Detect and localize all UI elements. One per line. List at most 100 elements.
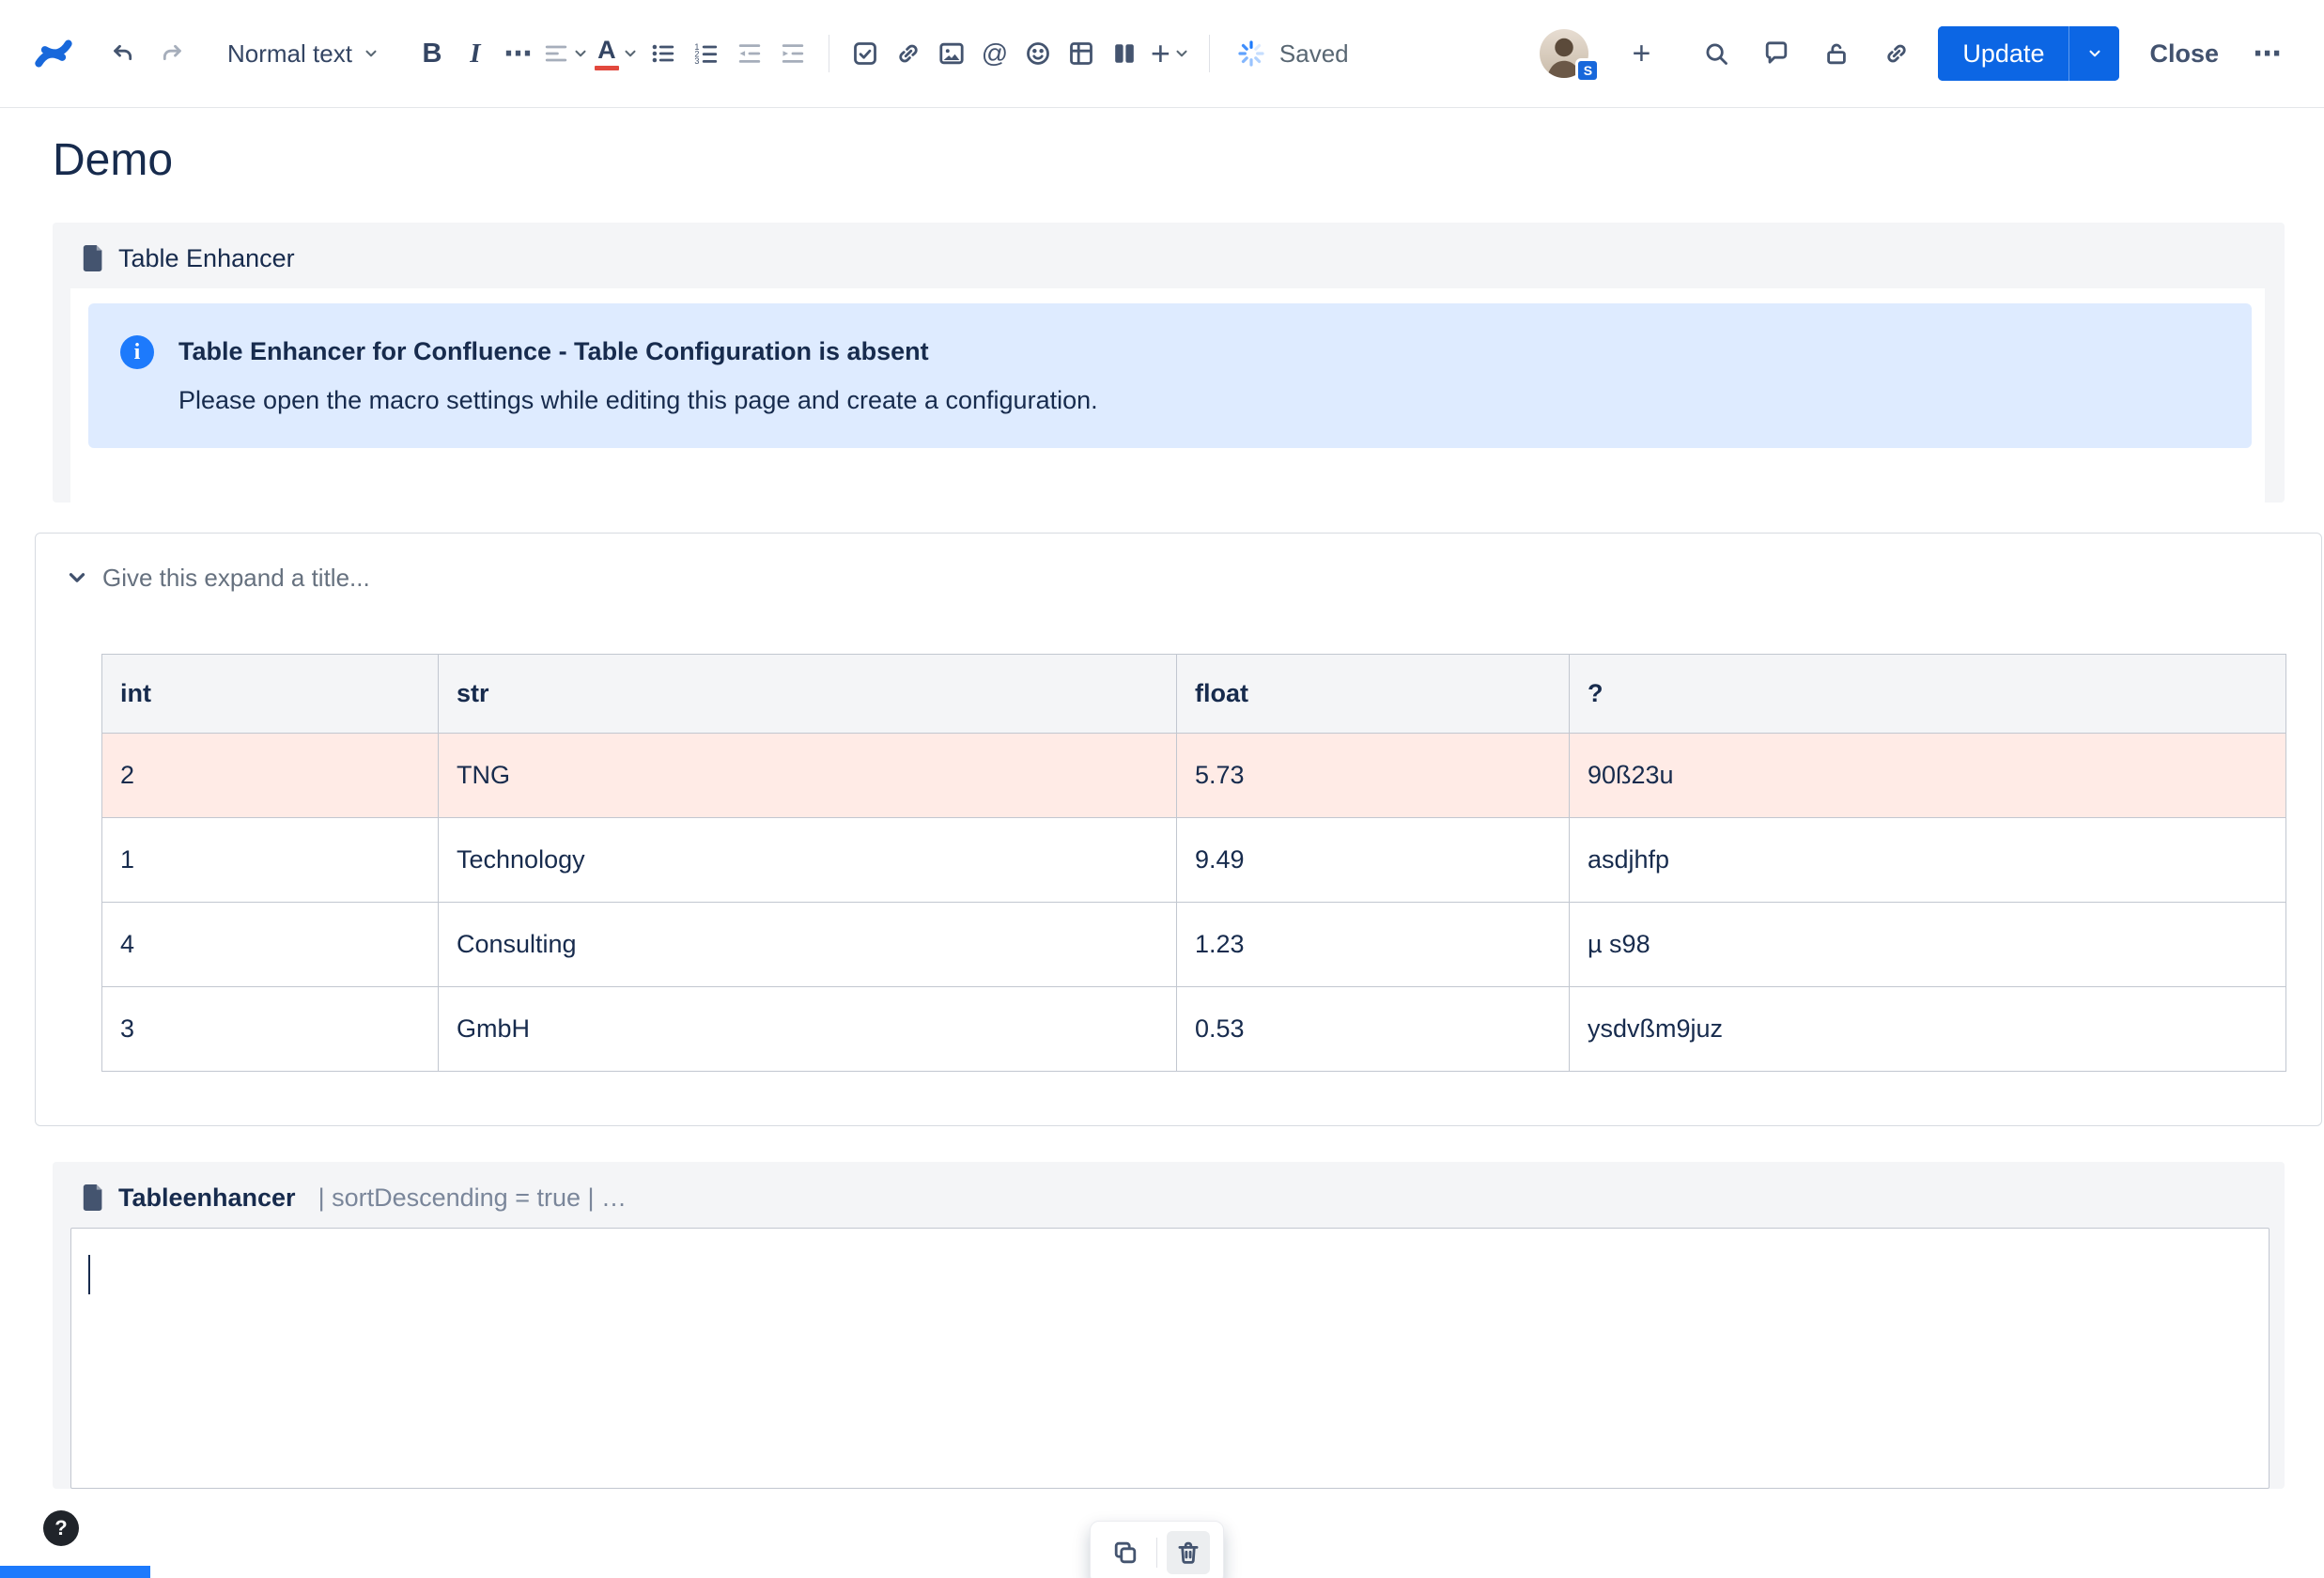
- chevron-down-icon[interactable]: [65, 565, 89, 590]
- emoji-icon: [1027, 42, 1049, 65]
- italic-button[interactable]: I: [457, 29, 494, 78]
- macro-floating-toolbar: [1090, 1521, 1224, 1578]
- tableenhancer-macro: Tableenhancer | sortDescending = true | …: [53, 1162, 2285, 1489]
- table-cell[interactable]: 1.23: [1176, 902, 1570, 987]
- editor-toolbar: Normal text B I ⋯ A 1 2 3 @ + Saved S + …: [0, 0, 2324, 108]
- table-cell[interactable]: TNG: [438, 733, 1177, 818]
- table-cell[interactable]: 0.53: [1176, 986, 1570, 1072]
- column-header-1[interactable]: str: [438, 654, 1177, 734]
- table-enhancer-macro-header[interactable]: Table Enhancer: [53, 223, 2285, 288]
- invite-collaborator-button[interactable]: +: [1622, 29, 1660, 78]
- help-button[interactable]: ?: [43, 1510, 79, 1546]
- insert-table-button[interactable]: [1062, 29, 1100, 78]
- info-panel-body: Please open the macro settings while edi…: [178, 386, 1098, 414]
- expand-title-input[interactable]: Give this expand a title...: [102, 562, 370, 594]
- restrictions-button[interactable]: [1818, 29, 1855, 78]
- chevron-down-icon: [1176, 50, 1187, 57]
- undo-button[interactable]: [101, 29, 145, 78]
- insert-image-button[interactable]: [933, 29, 970, 78]
- data-table: int str float? 2 TNG 5.73 90ß23u 1 Technology 9.…: [101, 654, 2286, 1072]
- column-header-2[interactable]: float: [1176, 654, 1570, 734]
- table-icon: [1070, 42, 1092, 65]
- table-cell[interactable]: 5.73: [1176, 733, 1570, 818]
- chevron-down-icon: [365, 50, 377, 57]
- collaborator-avatar[interactable]: S: [1540, 26, 1601, 83]
- update-dropdown-button[interactable]: [2068, 26, 2120, 81]
- insert-link-button[interactable]: [890, 29, 927, 78]
- chevron-down-icon: [575, 50, 586, 57]
- table-cell[interactable]: 2: [101, 733, 439, 818]
- text-color-icon: A: [594, 37, 619, 70]
- data-table-body: 2 TNG 5.73 90ß23u 1 Technology 9.49 asdjhfp 4 Con…: [101, 733, 2286, 1072]
- overflow-menu-button[interactable]: ⋯: [2249, 29, 2286, 78]
- confluence-logo-icon: [35, 39, 72, 68]
- table-cell[interactable]: ysdvßm9juz: [1569, 986, 2286, 1072]
- table-row: 3 GmbH 0.53 ysdvßm9juz: [101, 986, 2286, 1072]
- table-cell[interactable]: 90ß23u: [1569, 733, 2286, 818]
- info-panel: i Table Enhancer for Confluence - Table …: [88, 303, 2252, 448]
- table-cell[interactable]: 4: [101, 902, 439, 987]
- action-item-button[interactable]: [846, 29, 884, 78]
- comment-button[interactable]: [1758, 29, 1795, 78]
- outdent-icon: [738, 44, 761, 63]
- save-status: Saved: [1236, 39, 1349, 69]
- table-cell[interactable]: 1: [101, 817, 439, 903]
- expand-header[interactable]: Give this expand a title...: [36, 562, 2321, 594]
- text-style-dropdown[interactable]: Normal text: [218, 29, 389, 78]
- layouts-button[interactable]: [1106, 29, 1143, 78]
- table-cell[interactable]: µ s98: [1569, 902, 2286, 987]
- more-formatting-button[interactable]: ⋯: [500, 29, 537, 78]
- copy-link-button[interactable]: [1878, 29, 1915, 78]
- redo-button[interactable]: [150, 29, 194, 78]
- expand-section: Give this expand a title... int str float?…: [35, 533, 2322, 1126]
- unlock-icon: [1827, 43, 1847, 65]
- sync-spinner-icon: [1238, 40, 1264, 67]
- macro-document-icon: [83, 245, 102, 271]
- macro-document-icon: [83, 1184, 102, 1211]
- table-cell[interactable]: 9.49: [1176, 817, 1570, 903]
- text-style-label: Normal text: [227, 39, 352, 68]
- data-table-head-row: int str float?: [101, 654, 2286, 734]
- table-cell[interactable]: Consulting: [438, 902, 1177, 987]
- image-icon: [939, 42, 964, 65]
- toolbar-left-group: Normal text B I ⋯ A 1 2 3 @ + Saved: [32, 29, 1349, 78]
- delete-macro-button[interactable]: [1167, 1531, 1210, 1574]
- find-replace-button[interactable]: [1697, 29, 1735, 78]
- update-button[interactable]: Update: [1938, 26, 2069, 81]
- bold-button[interactable]: B: [413, 29, 451, 78]
- alignment-dropdown[interactable]: [543, 29, 589, 78]
- tableenhancer-macro-header[interactable]: Tableenhancer | sortDescending = true | …: [53, 1162, 2285, 1228]
- text-color-dropdown[interactable]: A: [594, 29, 639, 78]
- macro-body-editor[interactable]: [70, 1228, 2270, 1489]
- align-left-icon: [545, 45, 567, 62]
- chevron-down-icon: [625, 50, 636, 57]
- more-icon: ⋯: [2253, 38, 2283, 70]
- table-cell[interactable]: Technology: [438, 817, 1177, 903]
- table-cell[interactable]: asdjhfp: [1569, 817, 2286, 903]
- outdent-button[interactable]: [731, 29, 768, 78]
- bottom-left-accent: [0, 1566, 150, 1578]
- copy-macro-button[interactable]: [1104, 1531, 1147, 1574]
- bullet-list-button[interactable]: [644, 29, 682, 78]
- saved-label: Saved: [1278, 39, 1349, 68]
- undo-icon: [114, 44, 132, 60]
- table-enhancer-macro: Table Enhancer i Table Enhancer for Conf…: [53, 223, 2285, 503]
- trash-icon: [1178, 1541, 1199, 1564]
- table-cell[interactable]: GmbH: [438, 986, 1177, 1072]
- numbered-list-icon: 1 2 3: [694, 42, 718, 66]
- comment-icon: [1766, 41, 1788, 64]
- indent-button[interactable]: [774, 29, 812, 78]
- toolbar-separator: [1156, 1538, 1157, 1568]
- toolbar-right-group: S + Update Close ⋯: [1540, 26, 2286, 83]
- redo-icon: [163, 44, 181, 60]
- close-button[interactable]: Close: [2142, 39, 2226, 69]
- column-header-3[interactable]: ?: [1569, 654, 2286, 734]
- layouts-icon: [1115, 44, 1134, 63]
- table-cell[interactable]: 3: [101, 986, 439, 1072]
- emoji-button[interactable]: [1019, 29, 1057, 78]
- mention-button[interactable]: @: [976, 29, 1014, 78]
- insert-dropdown[interactable]: +: [1149, 29, 1192, 78]
- table-row: 4 Consulting 1.23 µ s98: [101, 902, 2286, 987]
- numbered-list-button[interactable]: 1 2 3: [688, 29, 725, 78]
- column-header-0[interactable]: int: [101, 654, 439, 734]
